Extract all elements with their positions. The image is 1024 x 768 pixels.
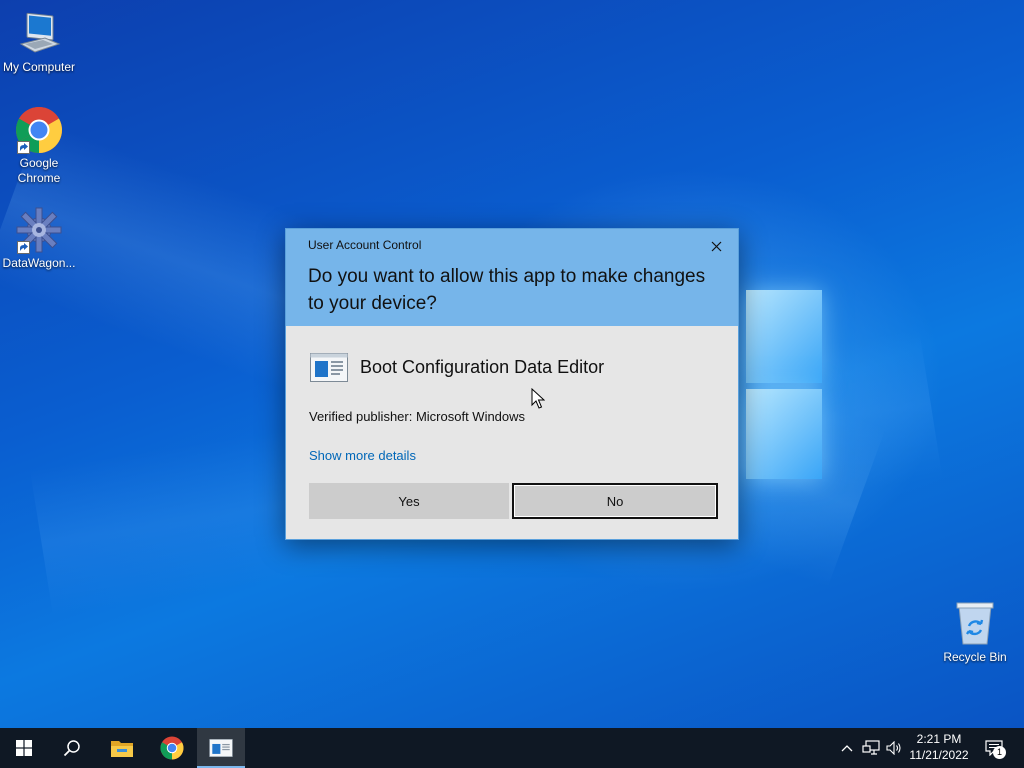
bcd-editor-icon [310, 353, 348, 382]
start-button[interactable] [0, 728, 48, 768]
close-button[interactable] [704, 235, 728, 257]
no-button[interactable]: No [512, 483, 718, 519]
file-explorer-button[interactable] [98, 728, 146, 768]
desktop-icon-google-chrome[interactable]: Google Chrome [0, 106, 78, 186]
clock[interactable]: 2:21 PM 11/21/2022 [903, 731, 975, 763]
desktop-icon-label: Google Chrome [17, 156, 61, 185]
recycle-bin-icon [951, 600, 999, 648]
desktop-icon-label: My Computer [2, 60, 76, 74]
app-info: Boot Configuration Data Editor [310, 353, 604, 382]
file-explorer-icon [111, 741, 133, 757]
show-more-details-link[interactable]: Show more details [309, 448, 416, 463]
clock-date: 11/21/2022 [909, 748, 969, 762]
computer-icon [15, 10, 63, 58]
desktop-icon-my-computer[interactable]: My Computer [0, 10, 78, 75]
chrome-taskbar-button[interactable] [148, 728, 196, 768]
action-center-button[interactable]: 1 [982, 728, 1006, 768]
desktop-icon-label: Recycle Bin [943, 650, 1007, 664]
network-icon [862, 740, 880, 755]
clock-time: 2:21 PM [916, 732, 962, 746]
desktop-icon-label: DataWagon... [2, 256, 76, 270]
uac-question: Do you want to allow this app to make ch… [308, 266, 706, 314]
yes-button[interactable]: Yes [309, 483, 509, 519]
uac-dialog: User Account Control Do you want to allo… [285, 228, 739, 540]
show-hidden-icons-button[interactable] [837, 728, 857, 768]
search-icon [63, 740, 80, 757]
shortcut-arrow-icon [17, 141, 30, 154]
volume-icon [886, 741, 901, 755]
uac-header: User Account Control Do you want to allo… [286, 229, 738, 326]
app-name: Boot Configuration Data Editor [360, 357, 605, 377]
bcd-editor-icon [209, 739, 233, 757]
search-button[interactable] [48, 728, 96, 768]
notification-count-badge: 1 [993, 746, 1006, 759]
taskbar: 2:21 PM 11/21/2022 1 [0, 728, 1024, 768]
start-icon [16, 740, 32, 756]
volume-button[interactable] [884, 728, 904, 768]
chrome-icon [15, 106, 63, 154]
uac-caption: User Account Control [308, 238, 422, 252]
shortcut-arrow-icon [17, 241, 30, 254]
desktop-icon-recycle-bin[interactable]: Recycle Bin [936, 600, 1014, 665]
chrome-icon [160, 736, 184, 760]
gear-icon [15, 206, 63, 254]
mouse-cursor-icon [531, 387, 546, 410]
network-button[interactable] [860, 728, 882, 768]
close-icon [711, 241, 721, 251]
desktop-icon-datawagon[interactable]: DataWagon... [0, 206, 78, 271]
chevron-up-icon [841, 745, 853, 752]
bcd-editor-taskbar-button[interactable] [197, 728, 245, 768]
publisher-text: Verified publisher: Microsoft Windows [309, 409, 526, 424]
